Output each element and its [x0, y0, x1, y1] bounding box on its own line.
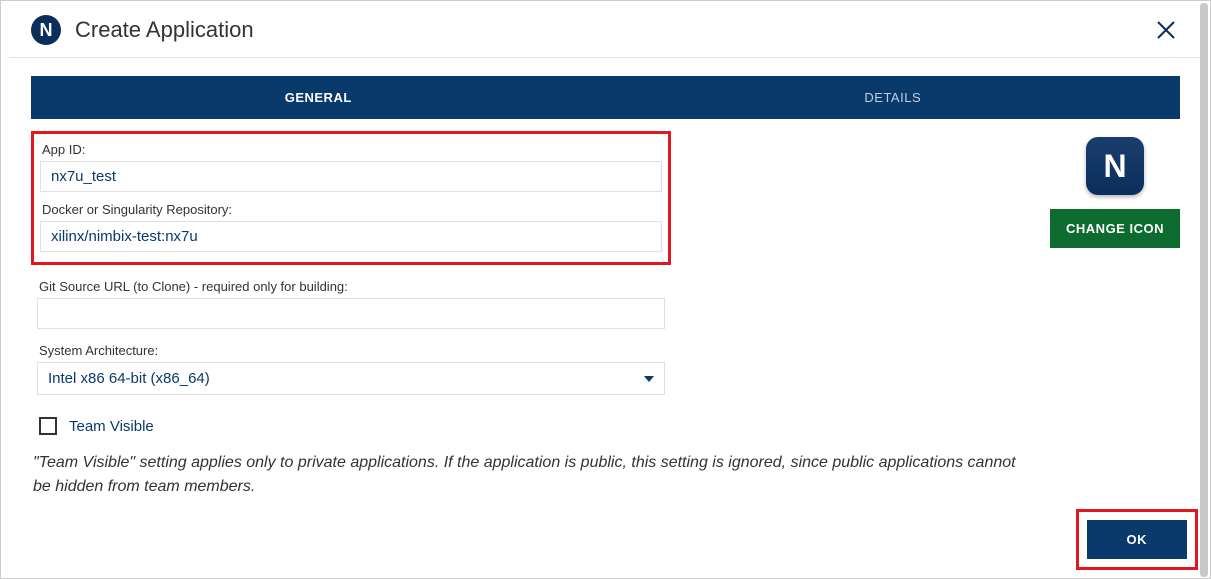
ok-highlight: OK	[1076, 509, 1199, 570]
arch-label: System Architecture:	[37, 337, 665, 362]
change-icon-button[interactable]: CHANGE ICON	[1050, 209, 1180, 248]
scrollbar-thumb[interactable]	[1200, 3, 1208, 577]
dialog-footer: OK	[1076, 509, 1199, 570]
tab-general[interactable]: GENERAL	[31, 76, 606, 119]
icon-panel: N CHANGE ICON	[1050, 131, 1180, 503]
dialog-title: Create Application	[75, 17, 254, 43]
git-label: Git Source URL (to Clone) - required onl…	[37, 273, 665, 298]
app-id-label: App ID:	[40, 136, 662, 161]
form-area: App ID: Docker or Singularity Repository…	[31, 131, 1030, 503]
create-application-dialog: N Create Application GENERAL DETAILS App…	[1, 1, 1210, 578]
vertical-scrollbar[interactable]	[1200, 3, 1208, 577]
repo-input[interactable]	[40, 221, 662, 252]
close-button[interactable]	[1152, 16, 1180, 44]
dialog-header: N Create Application	[9, 1, 1202, 58]
git-input[interactable]	[37, 298, 665, 329]
highlighted-fields: App ID: Docker or Singularity Repository…	[31, 131, 671, 265]
team-visible-label: Team Visible	[69, 418, 154, 435]
team-visible-help: "Team Visible" setting applies only to p…	[31, 447, 1030, 503]
team-visible-checkbox[interactable]	[39, 417, 57, 435]
app-id-input[interactable]	[40, 161, 662, 192]
header-left: N Create Application	[31, 15, 254, 45]
tab-details[interactable]: DETAILS	[606, 76, 1181, 119]
repo-label: Docker or Singularity Repository:	[40, 196, 662, 221]
arch-group: System Architecture: Intel x86 64-bit (x…	[31, 335, 671, 401]
app-icon: N	[1086, 137, 1144, 195]
arch-select[interactable]: Intel x86 64-bit (x86_64)	[37, 362, 665, 395]
team-visible-row: Team Visible	[39, 417, 1030, 435]
dialog-content: App ID: Docker or Singularity Repository…	[1, 119, 1210, 503]
nimbix-logo-icon: N	[31, 15, 61, 45]
ok-button[interactable]: OK	[1087, 520, 1188, 559]
close-icon	[1154, 18, 1178, 42]
repo-group: Docker or Singularity Repository:	[40, 196, 662, 252]
tab-bar: GENERAL DETAILS	[31, 76, 1180, 119]
git-group: Git Source URL (to Clone) - required onl…	[31, 271, 671, 335]
app-id-group: App ID:	[40, 136, 662, 192]
